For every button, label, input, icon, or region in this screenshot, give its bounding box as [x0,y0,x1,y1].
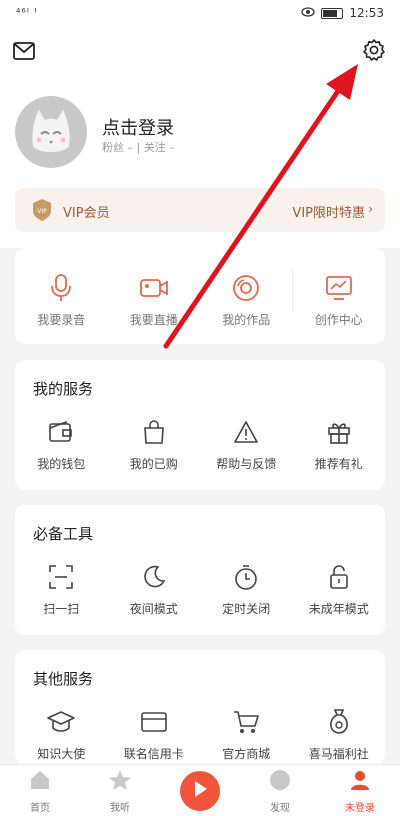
vip-label: VIP会员 [63,206,110,221]
credit-card-icon [108,706,201,738]
play-button[interactable] [180,771,220,811]
scan-icon [15,561,108,593]
section-title: 我的服务 [33,380,94,398]
creation-card: 我要录音 我要直播 我的作品 创作中心 [15,248,385,344]
help-feedback-button[interactable]: 帮助与反馈 [200,416,293,472]
record-audio-button[interactable]: 我要录音 [15,272,108,328]
user-icon [330,769,390,795]
mail-icon[interactable] [10,37,38,65]
wallet-icon [15,416,108,448]
money-bag-icon [293,706,386,738]
welfare-club-button[interactable]: 喜马福利社 [293,706,386,762]
home-icon [10,769,70,795]
my-works-button[interactable]: 我的作品 [200,272,293,328]
login-prompt[interactable]: 点击登录 [102,114,174,140]
svg-text:VIP: VIP [37,208,47,215]
cart-icon [200,706,293,738]
night-mode-button[interactable]: 夜间模式 [108,561,201,617]
official-store-button[interactable]: 官方商城 [200,706,293,762]
tab-home[interactable]: 首页 [10,769,70,814]
creator-center-button[interactable]: 创作中心 [293,272,386,328]
clock: 12:53 [349,6,384,20]
chevron-right-icon: › [368,202,373,216]
divider [292,268,293,314]
my-services-card: 我的服务 我的钱包 我的已购 帮助与反馈 推荐有礼 [15,360,385,490]
moon-icon [108,561,201,593]
battery-icon [321,7,344,19]
lock-icon [293,561,386,593]
vip-badge-icon: VIP [31,198,53,226]
vip-promo-link[interactable]: VIP限时特惠 [292,202,365,221]
teen-mode-button[interactable]: 未成年模式 [293,561,386,617]
referral-gift-button[interactable]: 推荐有礼 [293,416,386,472]
follower-stats: 粉丝 – | 关注 – [102,141,175,154]
gear-icon[interactable] [360,36,388,64]
section-title: 必备工具 [33,525,94,543]
timer-icon [200,561,293,593]
disc-icon [200,272,293,304]
tab-discover[interactable]: 发现 [250,769,310,814]
graduation-cap-icon [15,706,108,738]
start-live-button[interactable]: 我要直播 [108,272,201,328]
play-icon [192,780,208,802]
eye-icon [301,6,316,20]
gift-icon [293,416,386,448]
avatar[interactable] [15,96,87,168]
status-bar: ⁴⁶ᴵ ᴵ 12:53 [0,0,400,28]
warning-icon [200,416,293,448]
video-camera-icon [108,272,201,304]
signal-indicator: ⁴⁶ᴵ ᴵ [16,6,38,19]
tools-card: 必备工具 扫一扫 夜间模式 定时关闭 未成年模式 [15,505,385,635]
purchased-button[interactable]: 我的已购 [108,416,201,472]
knowledge-ambassador-button[interactable]: 知识大使 [15,706,108,762]
vip-banner[interactable]: VIP VIP会员 VIP限时特惠 › [15,188,385,232]
other-services-card: 其他服务 知识大使 联名信用卡 官方商城 喜马福利社 [15,650,385,764]
section-title: 其他服务 [33,670,94,688]
tab-profile[interactable]: 未登录 [330,769,390,814]
wallet-button[interactable]: 我的钱包 [15,416,108,472]
tab-listen[interactable]: 我听 [90,769,150,814]
sleep-timer-button[interactable]: 定时关闭 [200,561,293,617]
star-icon [90,769,150,795]
monitor-icon [293,272,386,304]
shopping-bag-icon [108,416,201,448]
scan-button[interactable]: 扫一扫 [15,561,108,617]
discover-icon [250,769,310,795]
microphone-icon [15,272,108,304]
credit-card-button[interactable]: 联名信用卡 [108,706,201,762]
